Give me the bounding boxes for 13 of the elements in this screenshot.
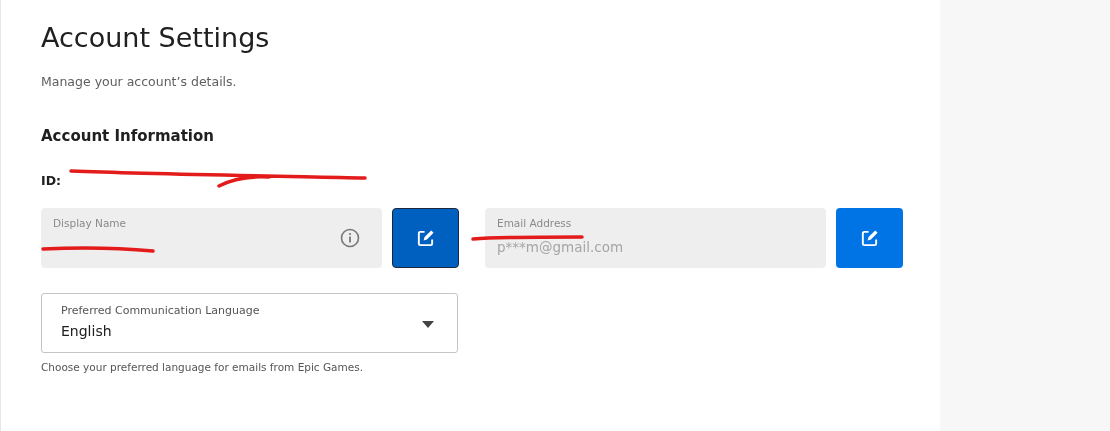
language-dropdown[interactable]: Preferred Communication Language English <box>41 293 458 353</box>
page-subtitle: Manage your account’s details. <box>41 74 237 89</box>
id-label: ID: <box>41 172 62 188</box>
text-field[interactable]: Email Address p***m@gmail.com <box>485 208 826 268</box>
help-text: Choose your preferred language for emails from Epic Games. <box>41 361 364 373</box>
edit-button[interactable] <box>392 208 459 268</box>
text-field[interactable]: Display Name <box>41 208 382 268</box>
section-title: Account Information <box>41 127 214 145</box>
caret-icon <box>422 321 434 328</box>
page-title: Account Settings <box>41 22 270 54</box>
info-icon[interactable] <box>340 228 360 248</box>
edit-icon <box>860 228 879 248</box>
edit-icon <box>416 228 435 248</box>
